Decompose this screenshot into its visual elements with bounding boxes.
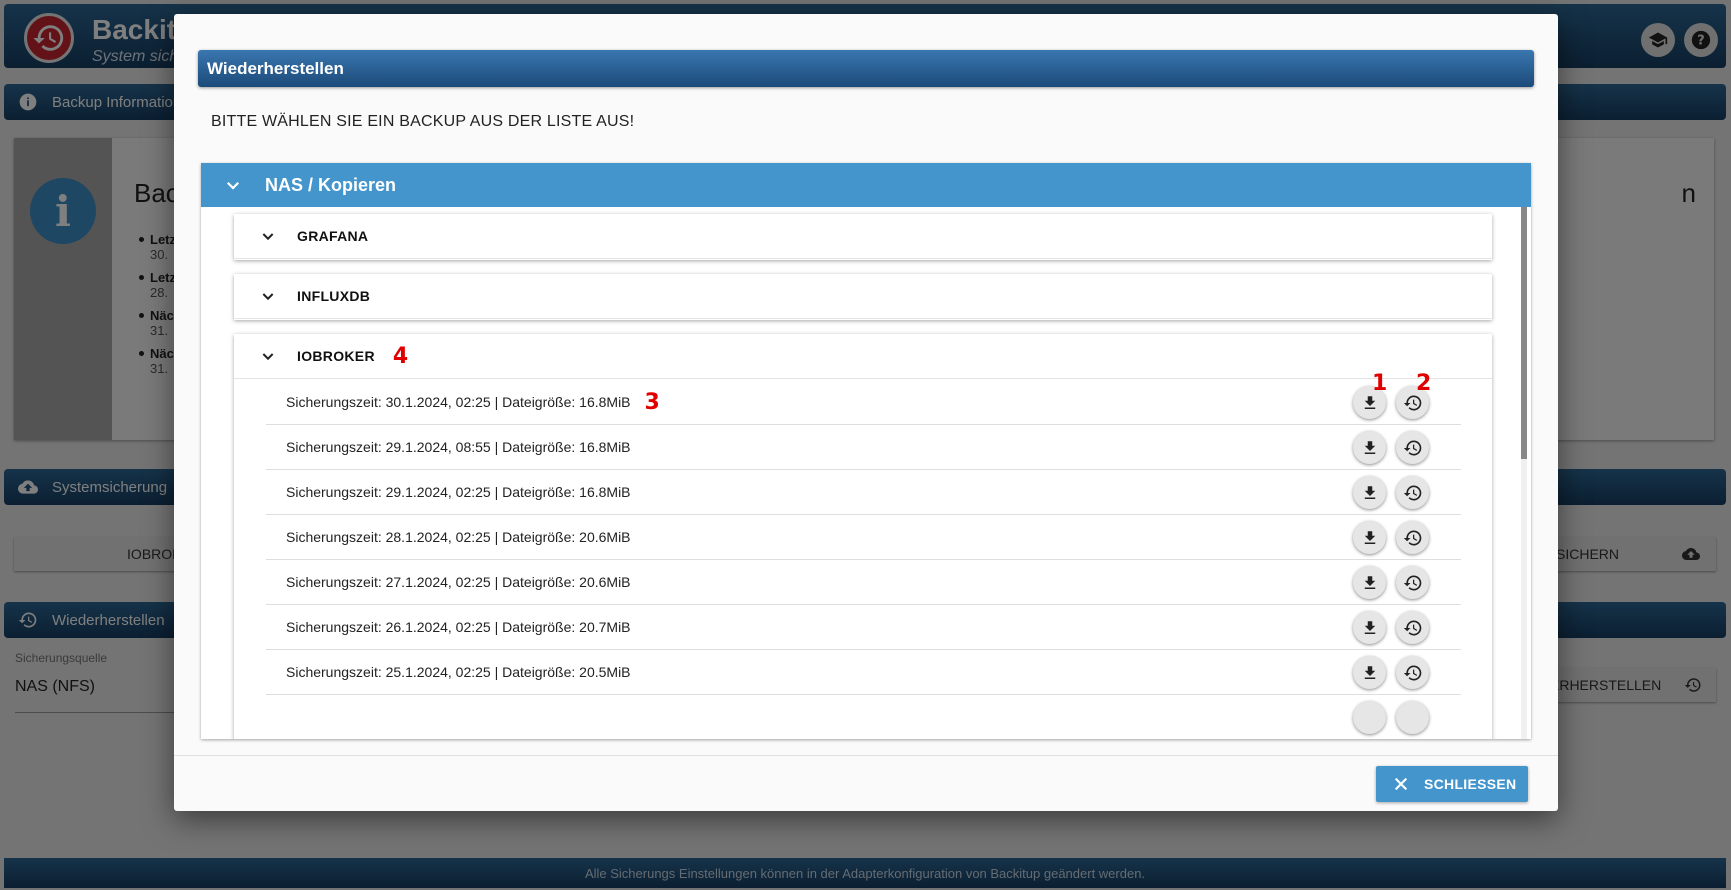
annotation-marker-download: 1 bbox=[1372, 371, 1388, 396]
group-iobroker: IOBROKER 4 Sicherungszeit: 30.1.2024, 02… bbox=[234, 334, 1492, 739]
restore-icon bbox=[1403, 440, 1421, 455]
backup-row: Sicherungszeit: 27.1.2024, 02:25 | Datei… bbox=[266, 560, 1461, 605]
download-button[interactable] bbox=[1353, 521, 1386, 554]
download-button[interactable] bbox=[1353, 476, 1386, 509]
download-icon bbox=[1364, 395, 1375, 409]
backup-row: Sicherungszeit: 29.1.2024, 02:25 | Datei… bbox=[266, 470, 1461, 515]
backup-row-text: Sicherungszeit: 30.1.2024, 02:25 | Datei… bbox=[286, 394, 631, 410]
restore-button[interactable] bbox=[1396, 521, 1429, 554]
download-button[interactable] bbox=[1353, 566, 1386, 599]
close-icon bbox=[1391, 774, 1411, 794]
backup-row-text: Sicherungszeit: 25.1.2024, 02:25 | Datei… bbox=[286, 664, 631, 680]
chevron-down-icon bbox=[258, 346, 278, 366]
backup-row: Sicherungszeit: 28.1.2024, 02:25 | Datei… bbox=[266, 515, 1461, 560]
nas-panel: NAS / Kopieren GRAFANA INFLUXDB IOBROKER… bbox=[201, 163, 1531, 739]
restore-button[interactable] bbox=[1396, 431, 1429, 464]
backup-list: Sicherungszeit: 30.1.2024, 02:25 | Datei… bbox=[266, 380, 1461, 739]
restore-button[interactable] bbox=[1396, 566, 1429, 599]
scrollbar-thumb[interactable] bbox=[1521, 207, 1527, 459]
nas-panel-header[interactable]: NAS / Kopieren bbox=[201, 163, 1531, 207]
backup-row-text: Sicherungszeit: 27.1.2024, 02:25 | Datei… bbox=[286, 574, 631, 590]
backup-row: Sicherungszeit: 26.1.2024, 02:25 | Datei… bbox=[266, 605, 1461, 650]
chevron-down-icon bbox=[223, 175, 243, 195]
download-icon bbox=[1364, 440, 1375, 454]
backup-row: Sicherungszeit: 30.1.2024, 02:25 | Datei… bbox=[266, 380, 1461, 425]
backup-row-partial bbox=[266, 695, 1461, 739]
group-name: IOBROKER bbox=[297, 348, 375, 364]
download-icon bbox=[1364, 620, 1375, 634]
restore-icon bbox=[1403, 485, 1421, 500]
annotation-marker: 4 bbox=[392, 343, 409, 369]
group-header[interactable]: GRAFANA bbox=[234, 214, 1492, 259]
dialog-message: BITTE WÄHLEN SIE EIN BACKUP AUS DER LIST… bbox=[211, 113, 635, 130]
restore-icon bbox=[1403, 530, 1421, 545]
restore-button[interactable] bbox=[1396, 476, 1429, 509]
restore-icon bbox=[1403, 620, 1421, 635]
download-icon bbox=[1364, 665, 1375, 679]
group-name: GRAFANA bbox=[297, 228, 369, 244]
restore-icon bbox=[1403, 575, 1421, 590]
download-button[interactable] bbox=[1353, 611, 1386, 644]
backup-row: Sicherungszeit: 25.1.2024, 02:25 | Datei… bbox=[266, 650, 1461, 695]
restore-dialog: Wiederherstellen BITTE WÄHLEN SIE EIN BA… bbox=[174, 14, 1558, 811]
backup-row-text: Sicherungszeit: 26.1.2024, 02:25 | Datei… bbox=[286, 619, 631, 635]
chevron-down-icon bbox=[258, 226, 278, 246]
download-icon bbox=[1364, 575, 1375, 589]
group-grafana: GRAFANA bbox=[234, 214, 1492, 260]
backup-row-text: Sicherungszeit: 29.1.2024, 08:55 | Datei… bbox=[286, 439, 631, 455]
annotation-marker-restore: 2 bbox=[1416, 371, 1432, 396]
group-header[interactable]: INFLUXDB bbox=[234, 274, 1492, 319]
backup-row: Sicherungszeit: 29.1.2024, 08:55 | Datei… bbox=[266, 425, 1461, 470]
annotation-marker: 3 bbox=[644, 389, 660, 415]
chevron-down-icon bbox=[258, 286, 278, 306]
download-button[interactable] bbox=[1353, 656, 1386, 689]
download-button[interactable] bbox=[1353, 431, 1386, 464]
close-button-label: SCHLIESSEN bbox=[1424, 776, 1517, 792]
panel-scrollbar[interactable] bbox=[1521, 207, 1527, 739]
backup-row-text: Sicherungszeit: 28.1.2024, 02:25 | Datei… bbox=[286, 529, 631, 545]
backup-row-text: Sicherungszeit: 29.1.2024, 02:25 | Datei… bbox=[286, 484, 631, 500]
group-header[interactable]: IOBROKER 4 bbox=[234, 334, 1492, 379]
restore-button[interactable] bbox=[1396, 701, 1429, 734]
restore-button[interactable] bbox=[1396, 656, 1429, 689]
dialog-divider bbox=[174, 755, 1558, 756]
dialog-title: Wiederherstellen bbox=[198, 50, 1534, 87]
restore-button[interactable] bbox=[1396, 611, 1429, 644]
download-icon bbox=[1364, 485, 1375, 499]
group-name: INFLUXDB bbox=[297, 288, 371, 304]
download-button[interactable] bbox=[1353, 701, 1386, 734]
nas-panel-title: NAS / Kopieren bbox=[265, 174, 397, 195]
download-icon bbox=[1364, 530, 1375, 544]
close-button[interactable]: SCHLIESSEN bbox=[1376, 766, 1528, 802]
restore-icon bbox=[1403, 665, 1421, 680]
group-influxdb: INFLUXDB bbox=[234, 274, 1492, 320]
